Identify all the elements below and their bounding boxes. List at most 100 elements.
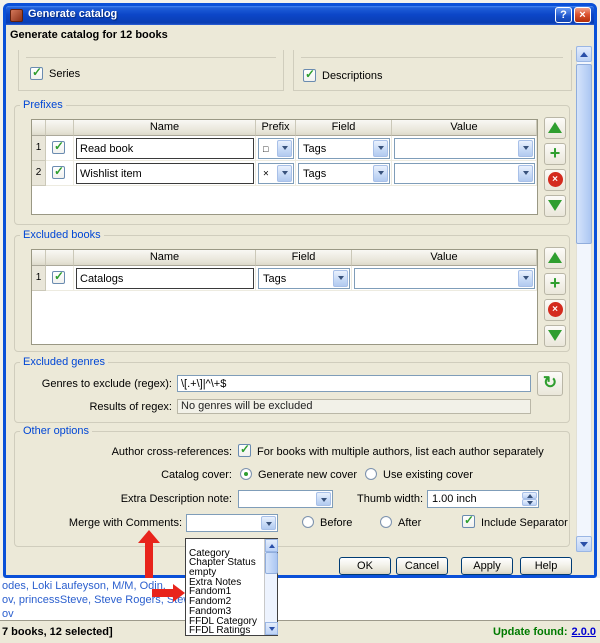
value-combo[interactable] bbox=[394, 138, 535, 159]
row-enabled-checkbox[interactable]: ✓ bbox=[52, 269, 65, 284]
help-titlebar-button[interactable]: ? bbox=[555, 7, 572, 23]
chevron-down-icon[interactable] bbox=[333, 270, 348, 287]
dropdown-item[interactable]: FFDL Ratings bbox=[186, 626, 264, 636]
dialog-titlebar[interactable]: Generate catalog ? × bbox=[6, 6, 594, 25]
chevron-down-icon[interactable] bbox=[518, 140, 533, 157]
regex-input[interactable] bbox=[177, 375, 531, 392]
book-count-status: 7 books, 12 selected] bbox=[2, 626, 113, 638]
arrow-up-icon bbox=[548, 252, 562, 263]
move-down-button[interactable] bbox=[544, 195, 566, 217]
extra-note-combo[interactable] bbox=[238, 490, 333, 508]
after-radio[interactable] bbox=[380, 516, 392, 528]
descriptions-checkbox[interactable]: ✓ bbox=[303, 67, 316, 82]
include-separator-checkbox[interactable]: ✓ bbox=[462, 513, 475, 528]
add-row-button[interactable]: + bbox=[544, 143, 566, 165]
tag-links-line-3[interactable]: ov bbox=[2, 608, 14, 620]
col-header-name[interactable]: Name bbox=[74, 250, 256, 266]
dropdown-item-empty[interactable]: empty bbox=[186, 568, 264, 578]
help-button[interactable]: Help bbox=[520, 557, 572, 575]
row-number[interactable]: 2 bbox=[32, 161, 46, 186]
col-header-value[interactable]: Value bbox=[392, 120, 537, 136]
thumb-width-spinner[interactable]: 1.00 inch bbox=[427, 490, 539, 508]
after-label: After bbox=[398, 517, 422, 529]
row-enabled-checkbox[interactable]: ✓ bbox=[52, 164, 65, 179]
chevron-down-icon[interactable] bbox=[373, 140, 388, 157]
dropdown-item[interactable]: Fandom3 bbox=[186, 607, 264, 617]
update-version-link[interactable]: 2.0.0 bbox=[572, 626, 596, 638]
add-row-button[interactable]: + bbox=[544, 273, 566, 295]
dropdown-item[interactable]: Fandom2 bbox=[186, 597, 264, 607]
regex-results-field: No genres will be excluded bbox=[177, 399, 531, 414]
field-combo[interactable]: Tags bbox=[298, 163, 390, 184]
scrollbar-thumb[interactable] bbox=[576, 64, 592, 244]
excluded-name-input[interactable] bbox=[76, 268, 254, 289]
value-combo[interactable] bbox=[394, 163, 535, 184]
before-radio[interactable] bbox=[302, 516, 314, 528]
check-icon: ✓ bbox=[32, 65, 43, 79]
check-icon: ✓ bbox=[54, 164, 65, 178]
use-existing-cover-radio[interactable] bbox=[365, 468, 377, 480]
prefix-symbol-combo[interactable]: □ bbox=[258, 138, 294, 159]
chevron-down-icon[interactable] bbox=[277, 165, 292, 182]
chevron-down-icon[interactable] bbox=[518, 270, 533, 287]
spin-up-button[interactable] bbox=[522, 492, 537, 499]
divider bbox=[26, 57, 276, 58]
prefix-name-input[interactable] bbox=[76, 163, 254, 184]
apply-button[interactable]: Apply bbox=[461, 557, 513, 575]
dropdown-item[interactable]: Chapter Status bbox=[186, 558, 264, 568]
row-number[interactable]: 1 bbox=[32, 266, 46, 291]
arrow-up-icon bbox=[580, 52, 588, 57]
dropdown-scroll-up-button[interactable] bbox=[265, 539, 278, 552]
tag-links-line-1[interactable]: odes, Loki Laufeyson, M/M, Odin, bbox=[2, 580, 166, 592]
excluded-genres-title: Excluded genres bbox=[20, 356, 108, 368]
delete-row-button[interactable]: × bbox=[544, 299, 566, 321]
dropdown-scrollbar[interactable] bbox=[264, 539, 278, 635]
generate-new-cover-radio[interactable] bbox=[240, 468, 252, 480]
col-header-name[interactable]: Name bbox=[74, 120, 256, 136]
col-header-field[interactable]: Field bbox=[296, 120, 392, 136]
dropdown-item[interactable]: Category bbox=[186, 549, 264, 559]
dropdown-item[interactable]: Fandom1 bbox=[186, 587, 264, 597]
dropdown-scrollbar-thumb[interactable] bbox=[265, 552, 278, 574]
series-checkbox[interactable]: ✓ bbox=[30, 65, 43, 80]
dropdown-item[interactable]: Extra Notes bbox=[186, 578, 264, 588]
chevron-down-icon[interactable] bbox=[277, 140, 292, 157]
combo-value: Tags bbox=[263, 272, 287, 285]
field-combo[interactable]: Tags bbox=[298, 138, 390, 159]
row-enabled-checkbox[interactable]: ✓ bbox=[52, 139, 65, 154]
excluded-books-title: Excluded books bbox=[20, 229, 104, 241]
chevron-down-icon[interactable] bbox=[316, 492, 331, 506]
prefix-name-input[interactable] bbox=[76, 138, 254, 159]
scroll-up-button[interactable] bbox=[576, 46, 592, 62]
col-header-prefix[interactable]: Prefix bbox=[256, 120, 296, 136]
divider bbox=[301, 57, 563, 58]
dropdown-scroll-down-button[interactable] bbox=[265, 622, 278, 635]
cancel-button[interactable]: Cancel bbox=[396, 557, 448, 575]
dropdown-item[interactable]: FFDL Category bbox=[186, 617, 264, 627]
refresh-genres-button[interactable]: ↻ bbox=[537, 371, 563, 396]
chevron-down-icon[interactable] bbox=[373, 165, 388, 182]
arrow-down-icon bbox=[580, 542, 588, 547]
author-xref-checkbox[interactable]: ✓ bbox=[238, 442, 251, 457]
close-titlebar-button[interactable]: × bbox=[574, 7, 591, 23]
row-number[interactable]: 1 bbox=[32, 136, 46, 161]
ok-button[interactable]: OK bbox=[339, 557, 391, 575]
dropdown-item-blank[interactable] bbox=[186, 539, 264, 549]
scroll-down-button[interactable] bbox=[576, 536, 592, 552]
arrow-head bbox=[138, 530, 160, 543]
move-up-button[interactable] bbox=[544, 117, 566, 139]
field-combo[interactable]: Tags bbox=[258, 268, 350, 289]
col-header-value[interactable]: Value bbox=[352, 250, 537, 266]
chevron-down-icon[interactable] bbox=[518, 165, 533, 182]
col-header-blank bbox=[32, 250, 46, 266]
spin-down-button[interactable] bbox=[522, 499, 537, 506]
move-up-button[interactable] bbox=[544, 247, 566, 269]
value-combo[interactable] bbox=[354, 268, 535, 289]
prefix-symbol-combo[interactable]: × bbox=[258, 163, 294, 184]
move-down-button[interactable] bbox=[544, 325, 566, 347]
delete-row-button[interactable]: × bbox=[544, 169, 566, 191]
col-header-field[interactable]: Field bbox=[256, 250, 352, 266]
chevron-down-icon[interactable] bbox=[261, 516, 276, 530]
merge-comments-combo[interactable] bbox=[186, 514, 278, 532]
arrow-head bbox=[173, 584, 185, 602]
